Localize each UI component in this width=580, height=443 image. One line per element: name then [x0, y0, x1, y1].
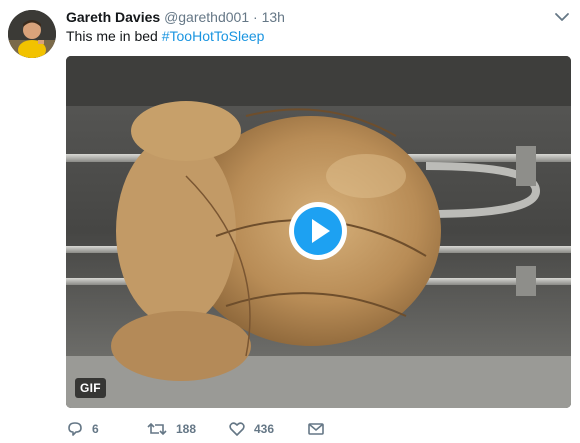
retweet-count: 188: [176, 422, 197, 436]
retweet-icon: [147, 422, 167, 436]
gif-media[interactable]: GIF: [66, 56, 571, 408]
tweet: Gareth Davies @garethd001 · 13h This me …: [0, 0, 580, 443]
gif-badge: GIF: [75, 378, 106, 398]
tweet-header: Gareth Davies @garethd001 · 13h: [66, 8, 285, 26]
tweet-actions: 6 188 436: [66, 418, 366, 440]
reply-icon: [68, 422, 82, 436]
envelope-icon: [308, 423, 324, 435]
reply-count: 6: [92, 422, 99, 436]
direct-message-button[interactable]: [307, 418, 325, 440]
avatar-image: [8, 10, 56, 58]
retweet-button[interactable]: 188: [146, 418, 196, 440]
hashtag-link[interactable]: #TooHotToSleep: [162, 28, 265, 44]
tweet-text: This me in bed #TooHotToSleep: [66, 27, 264, 45]
screen-name[interactable]: @garethd001: [164, 9, 249, 25]
play-button[interactable]: [288, 201, 348, 261]
like-count: 436: [254, 422, 275, 436]
heart-icon: [229, 422, 245, 436]
tweet-body: This me in bed: [66, 28, 162, 44]
reply-button[interactable]: 6: [66, 418, 99, 440]
chevron-down-icon[interactable]: [554, 10, 570, 24]
separator-dot: ·: [253, 9, 258, 25]
avatar[interactable]: [8, 10, 56, 58]
like-button[interactable]: 436: [228, 418, 274, 440]
display-name[interactable]: Gareth Davies: [66, 9, 160, 25]
timestamp[interactable]: 13h: [262, 9, 285, 25]
play-icon: [289, 202, 347, 260]
